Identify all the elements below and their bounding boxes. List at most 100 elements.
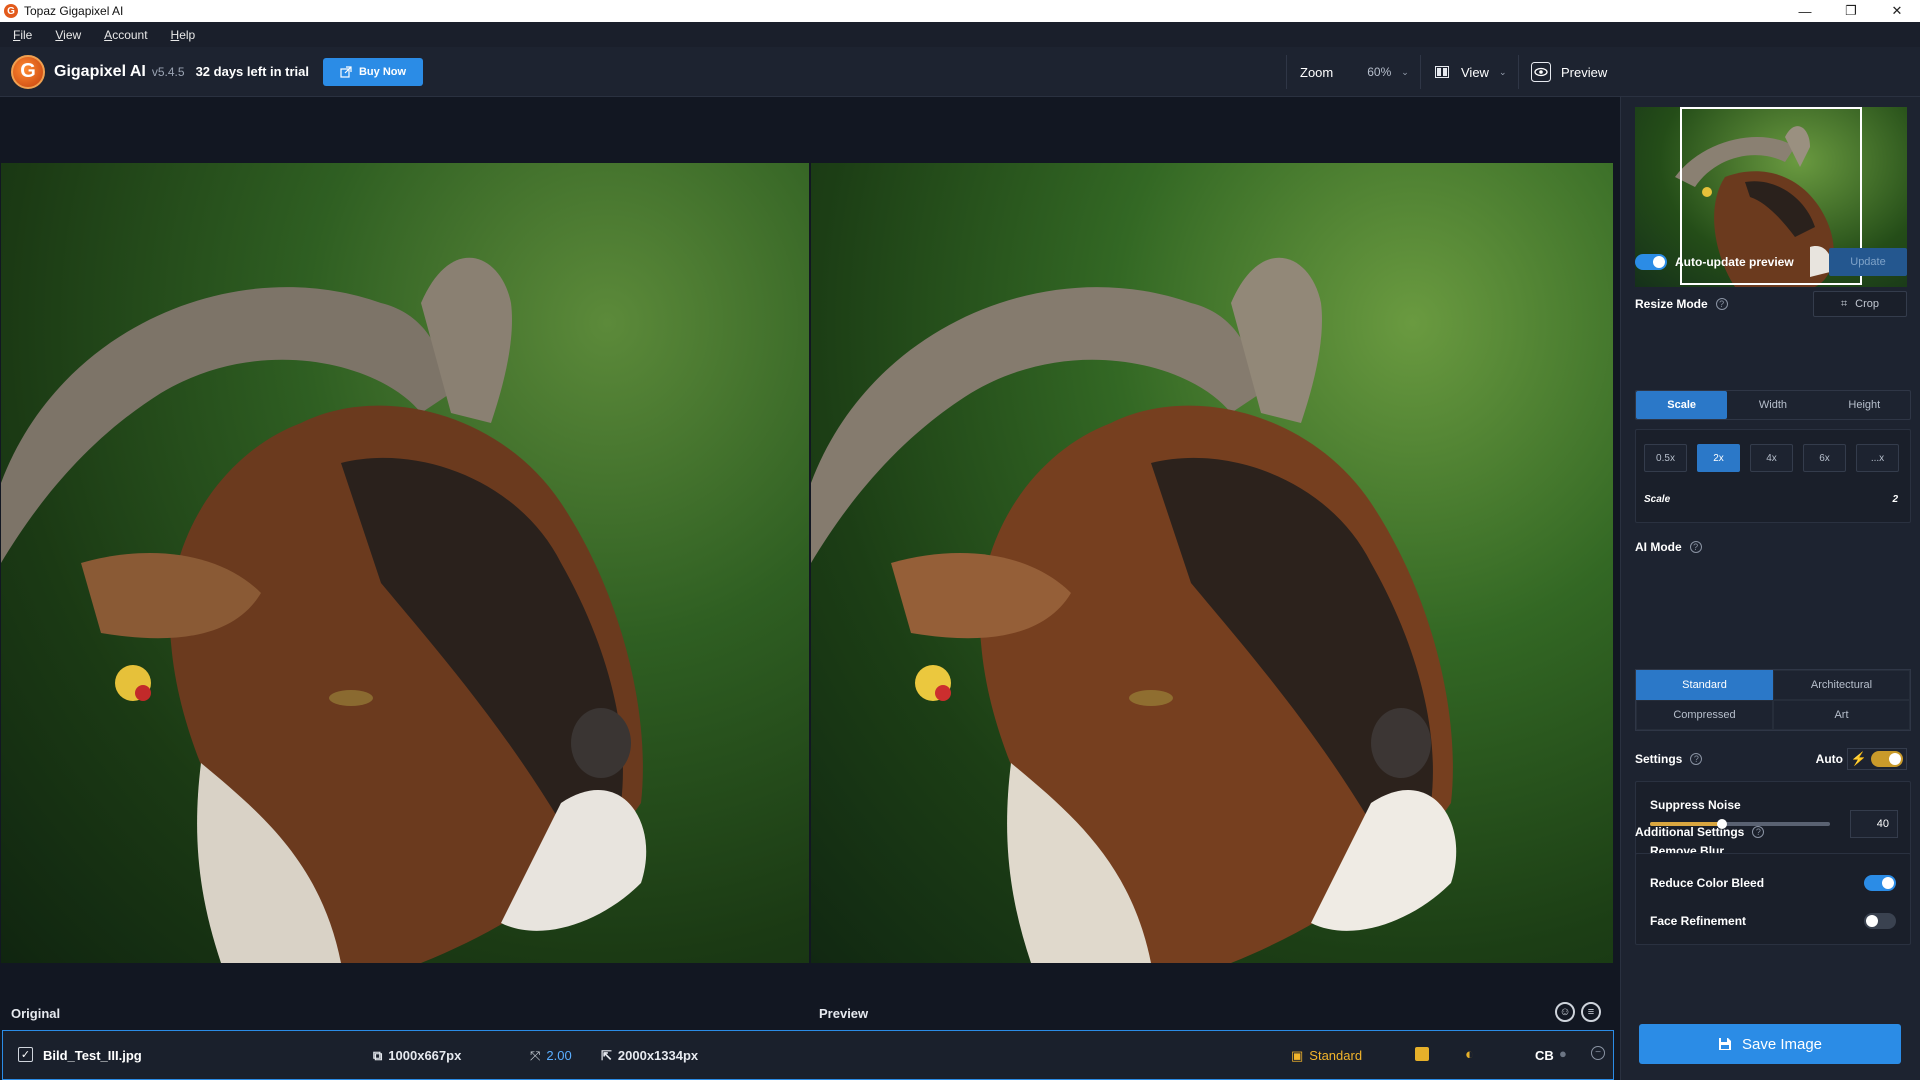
face-refinement-label: Face Refinement xyxy=(1650,914,1747,928)
menu-account[interactable]: Account xyxy=(104,28,147,42)
buy-now-button[interactable]: Buy Now xyxy=(323,57,424,86)
zoom-label: Zoom xyxy=(1300,64,1334,80)
original-image[interactable] xyxy=(1,163,809,963)
help-icon[interactable]: ? xyxy=(1715,298,1728,310)
save-icon xyxy=(1718,1038,1731,1050)
auto-update-label: Auto-update preview xyxy=(1675,255,1794,269)
smile-face-icon[interactable]: ☺ xyxy=(1555,1002,1575,1022)
ai-mode-standard[interactable]: Standard xyxy=(1636,670,1773,700)
ai-mode-row: AI Mode ? xyxy=(1635,540,1907,554)
auto-update-toggle[interactable] xyxy=(1635,254,1667,270)
ai-mode-compressed[interactable]: Compressed xyxy=(1636,700,1773,730)
file-name: Bild_Test_III.jpg xyxy=(43,1048,142,1063)
window-controls: — ❐ ✕ xyxy=(1782,0,1920,22)
scale-factor-value: 2.00 xyxy=(546,1048,572,1063)
app-version: v5.4.5 xyxy=(151,64,185,79)
window-title: Topaz Gigapixel AI xyxy=(24,4,124,18)
scale-option-6x[interactable]: 6x xyxy=(1803,444,1846,472)
input-size: ⧉ 1000x667px xyxy=(373,1048,461,1064)
reduce-color-bleed-label: Reduce Color Bleed xyxy=(1650,876,1765,890)
remove-file-icon[interactable]: − xyxy=(1591,1046,1605,1060)
eye-icon xyxy=(1531,62,1551,82)
close-button[interactable]: ✕ xyxy=(1874,0,1920,22)
scale-option-4x[interactable]: 4x xyxy=(1750,444,1793,472)
window-titlebar: G Topaz Gigapixel AI — ❐ ✕ xyxy=(0,0,1920,22)
crop-label: Crop xyxy=(1855,298,1880,310)
person-icon: ● xyxy=(1559,1046,1567,1061)
scale-factor: ⤧ 2.00 xyxy=(530,1048,572,1064)
file-checkbox[interactable]: ✓ xyxy=(18,1047,33,1062)
settings-row: Settings ? Auto ⚡ xyxy=(1635,748,1907,770)
output-size: ⇱ 2000x1334px xyxy=(601,1048,698,1064)
input-size-value: 1000x667px xyxy=(388,1048,462,1063)
output-size-value: 2000x1334px xyxy=(617,1048,699,1063)
update-button[interactable]: Update xyxy=(1829,248,1907,276)
scale-panel: 0.5x 2x 4x 6x ...x Scale 2 xyxy=(1635,429,1911,523)
resize-mode-row: Resize Mode ? ⌗ Crop xyxy=(1635,291,1907,317)
tab-width[interactable]: Width xyxy=(1727,391,1818,419)
reduce-color-bleed-toggle[interactable] xyxy=(1864,875,1896,891)
tab-scale[interactable]: Scale xyxy=(1636,391,1728,419)
ai-mode-art[interactable]: Art xyxy=(1773,700,1910,730)
buy-now-label: Buy Now xyxy=(358,65,407,78)
file-row[interactable]: ✓ Bild_Test_III.jpg ⧉ 1000x667px ⤧ 2.00 ⇱ 2… xyxy=(2,1030,1614,1080)
lightning-icon: ⚡ xyxy=(1850,751,1867,766)
tab-height[interactable]: Height xyxy=(1819,391,1910,419)
ai-mode-architectural[interactable]: Architectural xyxy=(1773,670,1910,700)
scale-label: Scale xyxy=(1644,494,1671,505)
split-view-icon xyxy=(1435,66,1449,78)
external-link-icon xyxy=(340,65,352,78)
image-canvas[interactable] xyxy=(0,98,1618,998)
ai-mode-value: Standard xyxy=(1309,1048,1363,1063)
noise-icon xyxy=(1415,1047,1429,1061)
auto-label: Auto xyxy=(1815,752,1843,766)
save-image-button[interactable]: Save Image xyxy=(1639,1024,1901,1064)
blur-icon: ◐ xyxy=(1465,1046,1475,1063)
help-icon[interactable]: ? xyxy=(1752,826,1765,838)
view-dropdown[interactable]: View ⌄ xyxy=(1420,55,1520,89)
goat-photo-preview xyxy=(811,257,1457,963)
goat-photo-original xyxy=(1,257,647,963)
additional-settings-label: Additional Settings xyxy=(1635,825,1745,839)
menu-view[interactable]: View xyxy=(55,28,81,42)
app-icon: G xyxy=(4,4,18,18)
auto-update-row: Auto-update preview Update xyxy=(1635,248,1907,276)
preview-image[interactable] xyxy=(811,163,1613,963)
maximize-button[interactable]: ❐ xyxy=(1828,0,1874,22)
scale-option-2x[interactable]: 2x xyxy=(1697,444,1740,472)
auto-toggle[interactable] xyxy=(1871,751,1903,767)
scale-option-0-5x[interactable]: 0.5x xyxy=(1644,444,1687,472)
menu-help[interactable]: Help xyxy=(171,28,196,42)
zoom-value: 60% xyxy=(1367,65,1392,79)
face-refinement-toggle[interactable] xyxy=(1864,913,1896,929)
suppress-noise-label: Suppress Noise xyxy=(1650,798,1741,812)
scale-value[interactable]: 2 xyxy=(1892,494,1898,505)
resize-mode-label: Resize Mode xyxy=(1635,297,1708,311)
toolbar: G Gigapixel AI v5.4.5 32 days left in tr… xyxy=(0,47,1920,97)
additional-settings-row: Additional Settings ? xyxy=(1635,821,1907,843)
neutral-face-icon[interactable]: ≡ xyxy=(1581,1002,1601,1022)
image-icon: ▣ xyxy=(1291,1048,1304,1063)
face-toggles: ☺ ≡ xyxy=(1555,1002,1601,1022)
auto-settings-toggle[interactable]: ⚡ xyxy=(1846,748,1907,770)
scale-options: 0.5x 2x 4x 6x ...x xyxy=(1644,444,1899,472)
scale-option-custom[interactable]: ...x xyxy=(1856,444,1899,472)
additional-settings-panel: Reduce Color Bleed Face Refinement xyxy=(1635,853,1911,945)
original-label: Original xyxy=(11,1006,61,1021)
help-icon[interactable]: ? xyxy=(1690,753,1703,765)
output-size-icon: ⇱ xyxy=(601,1048,612,1063)
crop-button[interactable]: ⌗ Crop xyxy=(1813,291,1907,317)
zoom-dropdown[interactable]: Zoom 60% ⌄ xyxy=(1286,55,1409,89)
save-image-label: Save Image xyxy=(1741,1035,1823,1053)
image-labels-bar: Original Preview ☺ ≡ xyxy=(0,998,1618,1028)
help-icon[interactable]: ? xyxy=(1689,541,1702,553)
menu-bar: File View Account Help xyxy=(0,22,1920,47)
preview-toggle[interactable]: Preview xyxy=(1518,55,1618,89)
trial-status: 32 days left in trial xyxy=(195,64,310,79)
crop-icon: ⌗ xyxy=(1840,297,1848,310)
menu-file[interactable]: File xyxy=(13,28,32,42)
preview-label: Preview xyxy=(1561,64,1608,80)
view-label: View xyxy=(1461,64,1489,80)
minimize-button[interactable]: — xyxy=(1782,0,1828,22)
preview-label: Preview xyxy=(819,1006,869,1021)
